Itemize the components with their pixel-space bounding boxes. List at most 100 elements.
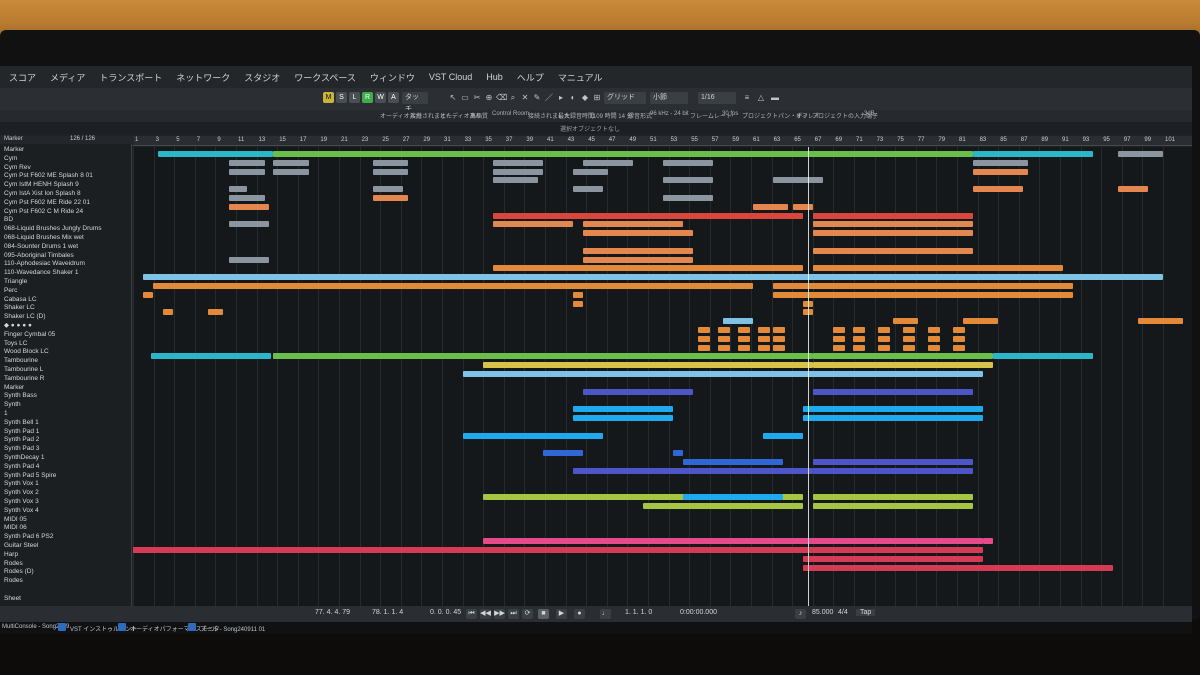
audio-event[interactable] (1003, 159, 1028, 166)
audio-event[interactable] (738, 335, 750, 342)
audio-event[interactable] (493, 265, 803, 272)
audio-event[interactable] (143, 291, 153, 298)
track-row[interactable]: Synth Pad 4 (0, 462, 132, 471)
audio-event[interactable] (683, 494, 783, 501)
zoom-tool-icon[interactable]: ⌕ (508, 92, 518, 103)
audio-event[interactable] (1003, 168, 1028, 175)
audio-event[interactable] (493, 159, 543, 166)
track-row[interactable]: Synth (0, 400, 132, 409)
audio-event[interactable] (903, 344, 915, 351)
track-row[interactable]: Synth Vox 3 (0, 497, 132, 506)
audio-event[interactable] (973, 151, 1093, 157)
audio-event[interactable] (573, 291, 583, 298)
track-row[interactable]: Toys LC (0, 339, 132, 348)
track-row[interactable]: SynthDecay 1 (0, 453, 132, 462)
track-row[interactable]: 068-Liquid Brushes Jungly Drums (0, 224, 132, 233)
track-row[interactable]: Rodes (0, 559, 132, 568)
audio-event[interactable] (373, 159, 408, 166)
audio-event[interactable] (833, 327, 845, 333)
track-row[interactable]: Cym Rev (0, 163, 132, 172)
audio-event[interactable] (483, 362, 813, 369)
audio-event[interactable] (158, 151, 273, 157)
audio-event[interactable] (973, 186, 1023, 193)
track-row[interactable]: Harp (0, 550, 132, 559)
quantize-select[interactable]: 1/16 (698, 92, 736, 104)
track-row[interactable]: MIDI 06 (0, 523, 132, 532)
audio-event[interactable] (738, 327, 750, 333)
playhead-cursor[interactable] (808, 147, 809, 606)
track-row[interactable]: Cym Pst F602 ME Ride 22 01 (0, 198, 132, 207)
range-tool-icon[interactable]: ▭ (460, 92, 470, 103)
track-row[interactable]: Shaker LC (0, 303, 132, 312)
play-tool-icon[interactable]: ▸ (556, 92, 566, 103)
audio-event[interactable] (813, 265, 1063, 272)
audio-event[interactable] (813, 362, 993, 369)
track-row[interactable]: BD (0, 215, 132, 224)
audio-event[interactable] (738, 344, 750, 351)
audio-event[interactable] (273, 168, 309, 175)
audio-event[interactable] (803, 415, 983, 421)
audio-event[interactable] (373, 186, 403, 193)
audio-event[interactable] (208, 309, 223, 316)
audio-event[interactable] (833, 335, 845, 342)
audio-event[interactable] (853, 327, 865, 333)
audio-event[interactable] (229, 221, 269, 228)
audio-event[interactable] (963, 318, 998, 325)
audio-event[interactable] (493, 212, 803, 219)
track-row[interactable]: Cym (0, 154, 132, 163)
audio-event[interactable] (373, 168, 408, 175)
tap-tempo-button[interactable]: Tap (856, 609, 876, 616)
listen-mode-button[interactable]: L (349, 92, 360, 103)
audio-event[interactable] (723, 318, 753, 325)
audio-event[interactable] (493, 221, 573, 228)
menu-transport[interactable]: トランスポート (92, 71, 169, 84)
pointer-tool-icon[interactable]: ↖ (448, 92, 458, 103)
bar-select[interactable]: 小節 (650, 92, 688, 104)
menu-manual[interactable]: マニュアル (551, 71, 610, 84)
audio-event[interactable] (229, 168, 265, 175)
menu-hub[interactable]: Hub (479, 72, 510, 82)
track-row[interactable]: Synth Bass (0, 391, 132, 400)
audio-event[interactable] (583, 159, 633, 166)
audio-event[interactable] (953, 335, 965, 342)
split-tool-icon[interactable]: ✂ (472, 92, 482, 103)
audio-event[interactable] (758, 335, 770, 342)
audio-event[interactable] (573, 300, 583, 307)
audio-event[interactable] (878, 344, 890, 351)
track-row[interactable]: Synth Vox 2 (0, 488, 132, 497)
audio-event[interactable] (773, 344, 785, 351)
audio-event[interactable] (993, 353, 1093, 360)
track-row[interactable]: 084-Sounter Drums 1 wet (0, 242, 132, 251)
audio-event[interactable] (773, 291, 1073, 298)
audio-event[interactable] (229, 186, 247, 193)
audio-event[interactable] (229, 256, 269, 263)
audio-event[interactable] (153, 283, 753, 289)
audio-event[interactable] (229, 159, 265, 166)
audio-event[interactable] (673, 450, 683, 457)
track-row[interactable]: 068-Liquid Brushes Mix wet (0, 233, 132, 242)
audio-event[interactable] (773, 327, 785, 333)
audio-event[interactable] (273, 353, 813, 360)
audio-event[interactable] (853, 344, 865, 351)
track-row[interactable]: 1 (0, 409, 132, 418)
audio-event[interactable] (813, 459, 973, 465)
audio-event[interactable] (718, 335, 730, 342)
audio-event[interactable] (583, 388, 693, 395)
audio-event[interactable] (878, 327, 890, 333)
menu-workspace[interactable]: ワークスペース (287, 71, 363, 84)
audio-event[interactable] (718, 327, 730, 333)
cycle-icon[interactable]: ⟳ (522, 609, 533, 619)
audio-event[interactable] (813, 221, 973, 228)
track-row[interactable]: Perc (0, 286, 132, 295)
audio-event[interactable] (758, 327, 770, 333)
audio-event[interactable] (663, 177, 713, 184)
right-locator[interactable]: 78. 1. 1. 4 (372, 609, 403, 616)
snap-icon[interactable]: ⊞ (592, 92, 602, 103)
track-row[interactable]: Synth Pad 6 PS2 (0, 532, 132, 541)
glue-tool-icon[interactable]: ⊕ (484, 92, 494, 103)
audio-event[interactable] (683, 459, 783, 465)
audio-event[interactable] (903, 327, 915, 333)
track-row[interactable]: Marker (0, 383, 132, 392)
audio-event[interactable] (763, 432, 803, 439)
audio-event[interactable] (903, 335, 915, 342)
